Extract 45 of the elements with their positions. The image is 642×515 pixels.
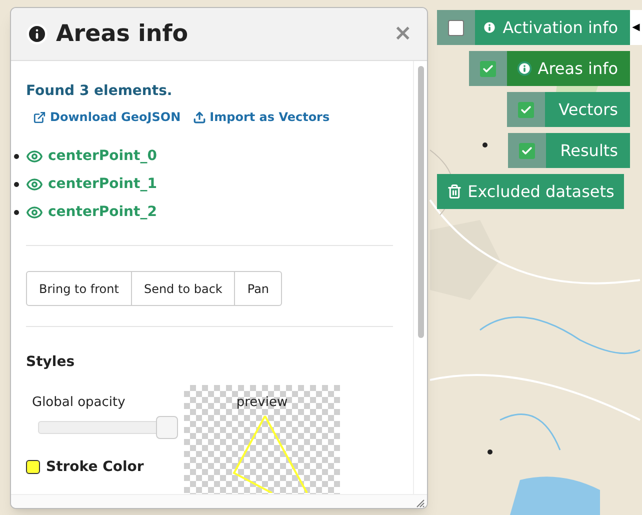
slider-thumb[interactable] xyxy=(156,416,178,438)
color-swatch[interactable] xyxy=(26,460,40,474)
layer-button[interactable]: Areas info xyxy=(507,51,630,86)
element-link[interactable]: centerPoint_2 xyxy=(26,202,157,223)
action-button[interactable]: Pan xyxy=(235,271,282,306)
excluded-datasets-button[interactable]: Excluded datasets xyxy=(437,174,624,209)
section-heading: Styles xyxy=(26,353,76,372)
eye-icon xyxy=(26,204,43,221)
action-button[interactable]: Send to back xyxy=(132,271,236,306)
checkbox[interactable] xyxy=(519,142,535,158)
info-icon xyxy=(482,20,497,35)
check-icon xyxy=(482,62,494,74)
bullet-icon xyxy=(14,182,19,187)
collapse-tab[interactable]: ◀ xyxy=(630,10,642,45)
bullet-icon xyxy=(14,210,19,215)
external-link-icon xyxy=(33,110,46,124)
info-icon xyxy=(516,61,532,76)
action-button[interactable]: Bring to front xyxy=(26,271,132,306)
eye-icon xyxy=(26,148,43,165)
checkbox[interactable] xyxy=(480,60,496,76)
layer-button[interactable]: Results xyxy=(546,133,630,168)
preview-label: preview xyxy=(236,394,288,412)
opacity-label: Global opacity xyxy=(32,394,126,412)
stroke-color-label: Stroke Color xyxy=(46,458,144,476)
link[interactable]: Import as Vectors xyxy=(192,108,330,126)
element-link[interactable]: centerPoint_1 xyxy=(26,174,157,195)
element-link[interactable]: centerPoint_0 xyxy=(26,146,157,167)
opacity-slider[interactable] xyxy=(38,416,178,438)
check-icon xyxy=(521,144,533,156)
scrollbar-thumb[interactable] xyxy=(418,66,424,338)
layer-button[interactable]: Activation info xyxy=(475,10,630,45)
eye-icon xyxy=(26,176,43,193)
check-icon xyxy=(520,104,532,116)
resize-handle-icon[interactable] xyxy=(416,499,425,508)
close-button[interactable]: × xyxy=(394,23,412,45)
upload-icon xyxy=(192,110,206,124)
trash-icon xyxy=(446,184,462,199)
panel-title: Areas info xyxy=(56,20,188,49)
link[interactable]: Download GeoJSON xyxy=(33,108,181,126)
info-icon xyxy=(26,23,48,45)
found-count-text: Found 3 elements. xyxy=(26,82,174,101)
checkbox[interactable] xyxy=(518,102,534,118)
bullet-icon xyxy=(14,154,19,159)
layer-button[interactable]: Vectors xyxy=(545,92,630,127)
checkbox[interactable] xyxy=(448,20,464,36)
